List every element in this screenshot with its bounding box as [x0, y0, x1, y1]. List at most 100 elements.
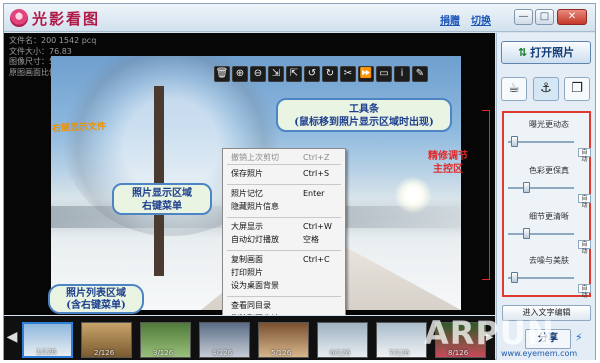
rotate-left-icon[interactable]: ↺ [304, 66, 320, 82]
menu-item-shortcut: Ctrl+W [303, 222, 332, 231]
slider-track[interactable] [508, 187, 574, 189]
tab-batch[interactable]: ❐ [564, 77, 590, 101]
fine-tune-annotation: 精修调节 主控区 [417, 150, 479, 176]
actual-size-icon[interactable]: ⇱ [286, 66, 302, 82]
menu-item-label: 隐藏照片信息 [231, 202, 279, 211]
thumbnail-index: 1/126 [36, 348, 57, 356]
title-bar: 光影看图 捐赠 切换 — □ ✕ [4, 4, 595, 32]
play-icon[interactable]: ⏩ [358, 66, 374, 82]
minimize-button[interactable]: — [514, 9, 533, 25]
pencil-icon[interactable]: ✎ [412, 66, 428, 82]
display-callout-title: 照片显示区域 [132, 188, 192, 199]
list-callout-note: (含右键菜单) [66, 300, 126, 311]
auto-button[interactable]: 自动 [578, 284, 591, 299]
photo-thumbnail[interactable]: 7/126 [376, 322, 427, 358]
maximize-button[interactable]: □ [535, 9, 554, 25]
zoom-out-icon[interactable]: ⊖ [250, 66, 266, 82]
menu-item-shortcut: Delete [303, 313, 329, 315]
orange-annotation: 右侧显示文件 [51, 122, 107, 134]
menu-item-label: 复制画面 [231, 255, 263, 264]
photo-thumbnail[interactable]: 2/126 [81, 322, 132, 358]
donate-link[interactable]: 捐赠 [440, 12, 460, 27]
context-menu-item[interactable]: 查看同目录 [223, 300, 345, 311]
thumbnail-list-callout: 照片列表区域 (含右键菜单) [48, 284, 144, 314]
fine-tune-annotation-line1: 精修调节 [428, 151, 468, 162]
slider-knob[interactable] [522, 182, 530, 193]
thumbnail-index: 4/126 [212, 349, 233, 357]
slider-label: 细节更清晰 [529, 212, 569, 221]
auto-button[interactable]: 自动 [578, 240, 591, 255]
toolbar-callout-title: 工具条 [349, 104, 379, 115]
list-callout-title: 照片列表区域 [66, 288, 126, 299]
menu-item-label: 撤销上次剪切 [231, 153, 279, 162]
cut-icon[interactable]: ✂ [340, 66, 356, 82]
context-menu-item[interactable]: 自动幻灯播放 空格 [223, 234, 345, 245]
thumbnail-index: 7/126 [389, 349, 410, 357]
slider-knob[interactable] [510, 136, 518, 147]
rotate-right-icon[interactable]: ↻ [322, 66, 338, 82]
display-area-callout: 照片显示区域 右键菜单 [112, 183, 212, 215]
context-menu-item[interactable]: 复制画面 Ctrl+C [223, 254, 345, 265]
open-photo-label: 打开照片 [530, 46, 575, 59]
menu-separator [227, 184, 341, 185]
trash-icon[interactable]: 🗑 [214, 66, 230, 82]
fine-tune-panel: 曝光更动态 自动 色彩更保真 自动 细节更清晰 自动 去噪与美肤 自动 [502, 111, 591, 299]
menu-separator [227, 296, 341, 297]
menu-item-label: 照片记忆 [231, 189, 263, 198]
menu-item-shortcut: Ctrl+Z [303, 153, 330, 162]
menu-item-label: 打印照片 [231, 268, 263, 277]
tab-adjust[interactable]: ☕ [501, 77, 527, 101]
photo-thumbnail[interactable]: 5/126 [258, 322, 309, 358]
toolbar-callout-note: (鼠标移到照片显示区域时出现) [294, 117, 434, 128]
auto-button[interactable]: 自动 [578, 148, 591, 163]
photo-tree-trunk [154, 86, 164, 276]
monitor-icon[interactable]: ▭ [376, 66, 392, 82]
annotation-bracket [482, 110, 490, 280]
app-logo-icon [10, 9, 28, 27]
menu-item-label: 大屏显示 [231, 222, 263, 231]
context-menu-item[interactable]: 照片记忆 Enter [223, 188, 345, 199]
context-menu-item[interactable]: 撤销上次剪切 Ctrl+Z [223, 152, 345, 163]
slider-label: 色彩更保真 [529, 166, 569, 175]
photo-sun [394, 176, 432, 214]
context-menu-item[interactable]: 打印照片 [223, 267, 345, 278]
thumbnail-index: 6/126 [330, 349, 351, 357]
menu-item-shortcut: Ctrl+S [303, 169, 330, 178]
slider-knob[interactable] [522, 228, 530, 239]
menu-item-shortcut: Ctrl+C [303, 255, 330, 264]
fine-tune-annotation-line2: 主控区 [433, 164, 463, 175]
photo-thumbnail[interactable]: 1/126 [22, 322, 73, 358]
thumbnail-index: 2/126 [94, 349, 115, 357]
tab-frame[interactable]: ⚓ [533, 77, 559, 101]
lightning-icon[interactable]: ⚡ [575, 331, 583, 344]
context-menu: 撤销上次剪切 Ctrl+Z 保存照片 Ctrl+S 照片记忆 Enter 隐藏照片信息 大屏显… [222, 148, 346, 315]
context-menu-item[interactable]: 删除到回收站 Delete [223, 313, 345, 315]
menu-item-label: 删除到回收站 [231, 313, 279, 315]
slider-track[interactable] [508, 233, 574, 235]
thumbnail-index: 5/126 [271, 349, 292, 357]
display-callout-note: 右键菜单 [142, 201, 182, 212]
switch-link[interactable]: 切换 [471, 12, 491, 27]
thumbnail-index: 3/126 [153, 349, 174, 357]
photo-toolbar: 🗑 ⊕ ⊖ ⇲ ⇱ ↺ ↻ ✂ ⏩ ▭ i ✎ [214, 66, 464, 82]
zoom-in-icon[interactable]: ⊕ [232, 66, 248, 82]
thumb-prev-button[interactable]: ◀ [6, 326, 18, 348]
app-title: 光影看图 [32, 10, 101, 28]
close-button[interactable]: ✕ [557, 9, 587, 25]
photo-thumbnail[interactable]: 3/126 [140, 322, 191, 358]
context-menu-item[interactable]: 保存照片 Ctrl+S [223, 168, 345, 179]
photo-thumbnail[interactable]: 6/126 [317, 322, 368, 358]
context-menu-item[interactable]: 隐藏照片信息 [223, 201, 345, 212]
menu-separator [227, 217, 341, 218]
photo-thumbnail[interactable]: 4/126 [199, 322, 250, 358]
menu-separator [227, 250, 341, 251]
info-icon[interactable]: i [394, 66, 410, 82]
open-photo-button[interactable]: ⇅ 打开照片 [501, 41, 591, 64]
auto-button[interactable]: 自动 [578, 194, 591, 209]
slider-knob[interactable] [510, 272, 518, 283]
open-arrows-icon: ⇅ [517, 46, 528, 59]
context-menu-item[interactable]: 设为桌面背景 [223, 280, 345, 291]
context-menu-item[interactable]: 大屏显示 Ctrl+W [223, 221, 345, 232]
toolbar-callout: 工具条 (鼠标移到照片显示区域时出现) [276, 98, 452, 132]
fit-icon[interactable]: ⇲ [268, 66, 284, 82]
